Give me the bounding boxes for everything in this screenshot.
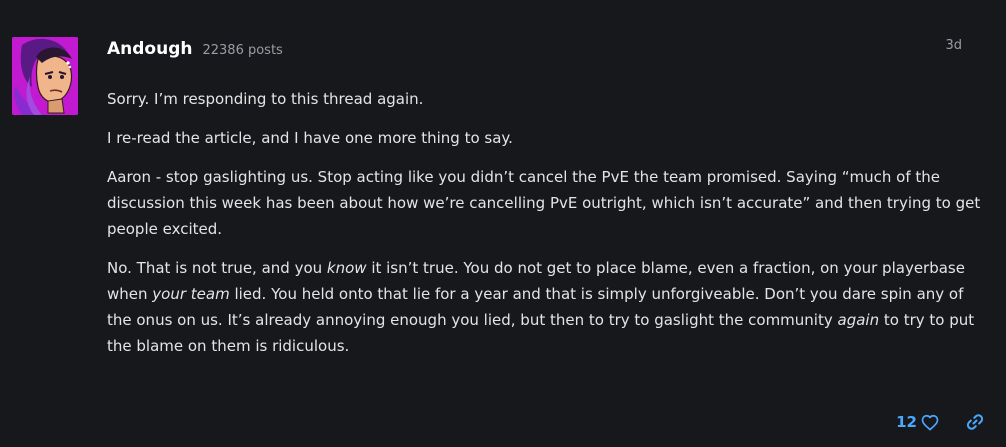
post-paragraph: Sorry. I’m responding to this thread aga… [107, 86, 987, 112]
post-actions: 12 [896, 410, 984, 434]
paragraph-text: Sorry. I’m responding to this thread aga… [107, 90, 424, 108]
avatar-illustration [12, 37, 78, 115]
post-paragraph: No. That is not true, and you know it is… [107, 255, 987, 359]
like-count: 12 [896, 413, 917, 431]
post-paragraph: I re-read the article, and I have one mo… [107, 125, 987, 151]
emphasized-text: know [326, 259, 367, 277]
emphasized-text: again [837, 311, 880, 329]
paragraph-text: Aaron - stop gaslighting us. Stop acting… [107, 168, 981, 238]
paragraph-text: I re-read the article, and I have one mo… [107, 129, 513, 147]
user-post-count: 22386 posts [202, 43, 283, 58]
post-date[interactable]: 3d [945, 38, 962, 53]
forum-post: Andough 22386 posts 3d Sorry. I’m respon… [0, 0, 1006, 447]
link-icon [966, 413, 984, 431]
share-link-button[interactable] [966, 413, 984, 431]
like-button[interactable]: 12 [896, 413, 939, 431]
post-body: Sorry. I’m responding to this thread aga… [107, 86, 987, 372]
heart-outline-icon [921, 414, 939, 431]
username-link[interactable]: Andough [107, 39, 192, 59]
emphasized-text: your team [152, 285, 230, 303]
paragraph-text: No. That is not true, and you [107, 259, 327, 277]
paragraph-text: lied. You held onto that lie for a year … [107, 285, 964, 329]
post-paragraph: Aaron - stop gaslighting us. Stop acting… [107, 164, 987, 242]
post-author: Andough 22386 posts [107, 39, 283, 63]
user-avatar[interactable] [12, 37, 78, 115]
